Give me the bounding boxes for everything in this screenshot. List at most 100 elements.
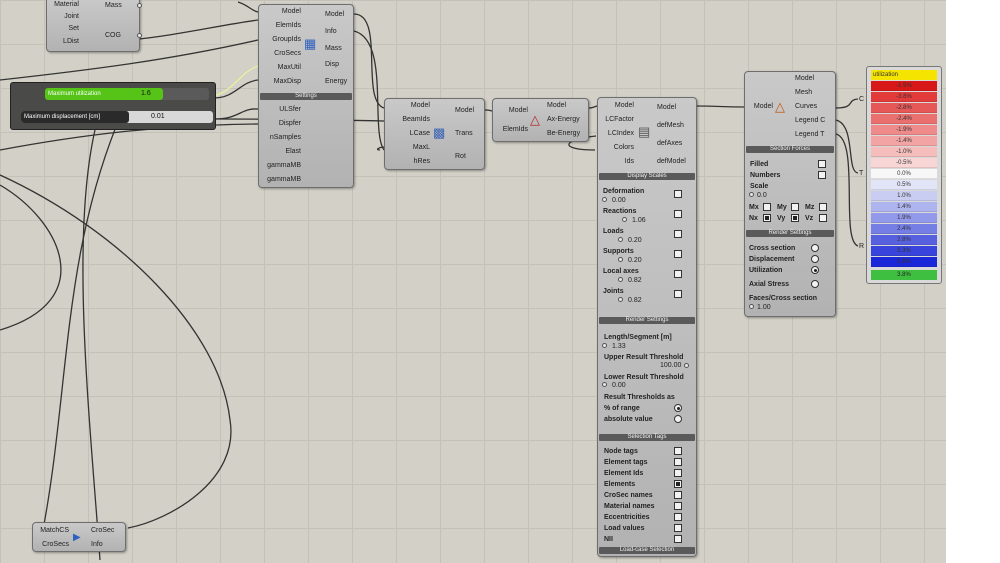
mode-radio[interactable] — [811, 255, 819, 263]
filled-checkbox[interactable] — [818, 160, 826, 168]
scale-row: Reactions 1.06 — [598, 208, 698, 228]
mesh-icon: ▤ — [638, 124, 651, 139]
tag-checkbox[interactable] — [674, 524, 682, 532]
analysis-node[interactable]: Model BeamIds LCase MaxL hRes ▩ Model Tr… — [384, 98, 485, 170]
tag-checkbox[interactable] — [674, 535, 682, 543]
filled-label: Filled — [750, 161, 769, 168]
output-label: Ax-Energy — [547, 116, 580, 123]
scale-toggle[interactable] — [674, 250, 682, 258]
tag-label: Material names — [604, 503, 655, 510]
scale-toggle[interactable] — [674, 290, 682, 298]
mode-label: Cross section — [749, 245, 796, 252]
wire — [484, 109, 493, 112]
crosec-icon: ▶ — [73, 532, 81, 543]
beam-view-node[interactable]: Model △ Model Mesh Curves Legend C Legen… — [744, 71, 836, 317]
output-grip[interactable] — [137, 3, 142, 8]
settings-header[interactable]: Settings — [260, 93, 352, 100]
settings-input-label: Elast — [285, 148, 301, 155]
scale-toggle[interactable] — [674, 270, 682, 278]
scale-knob[interactable] — [622, 217, 627, 222]
max-utilization-slider[interactable]: Maximum utilization 1.6 — [45, 88, 209, 100]
wire — [39, 116, 121, 546]
tag-checkbox[interactable] — [674, 480, 682, 488]
scale-label: Local axes — [603, 268, 639, 275]
force-checkbox[interactable] — [819, 214, 827, 222]
render-settings-header[interactable]: Render Settings — [599, 317, 695, 324]
input-label: GroupIds — [272, 36, 301, 43]
load-case-selection-header[interactable]: Load-case Selection — [599, 547, 695, 554]
output-label: Rot — [455, 153, 466, 160]
selection-tags-header[interactable]: Selection Tags — [599, 434, 695, 441]
tag-checkbox[interactable] — [674, 502, 682, 510]
force-checkbox[interactable] — [819, 203, 827, 211]
scale-knob[interactable] — [749, 192, 754, 197]
section-forces-header[interactable]: Section Forces — [746, 146, 834, 153]
legend-row: 2.4% — [871, 224, 937, 234]
material-node[interactable]: Material Joint Set LDist Mass COG — [46, 0, 142, 52]
length-knob[interactable] — [602, 343, 607, 348]
lower-knob[interactable] — [602, 382, 607, 387]
tag-checkbox[interactable] — [674, 458, 682, 466]
upper-knob[interactable] — [684, 363, 689, 368]
output-grip[interactable] — [137, 33, 142, 38]
energy-node[interactable]: Model ElemIds △ Model Ax-Energy Be-Energ… — [492, 98, 589, 142]
scale-toggle[interactable] — [674, 190, 682, 198]
beam-view-icon: △ — [775, 99, 785, 114]
settings-input-label: ULSfer — [279, 106, 301, 113]
legend-footer: 3.8% — [871, 270, 937, 280]
assemble-node[interactable]: Model ElemIds GroupIds CroSecs MaxUtil M… — [258, 4, 354, 188]
output-label: defMesh — [657, 122, 684, 129]
output-label: Model — [455, 107, 475, 114]
force-checkbox[interactable] — [791, 203, 799, 211]
wire — [835, 133, 859, 247]
input-label: Model — [410, 102, 430, 109]
slider-group: Maximum utilization 1.6 Maximum displace… — [10, 82, 216, 130]
render-settings-header[interactable]: Render Settings — [746, 230, 834, 237]
mode-radio[interactable] — [811, 280, 819, 288]
input-label: ElemIds — [502, 126, 528, 133]
tag-checkbox[interactable] — [674, 513, 682, 521]
scale-knob[interactable] — [618, 237, 623, 242]
settings-input-label: Dispfer — [278, 120, 301, 127]
force-label: Mz — [805, 204, 815, 211]
scale-label: Scale — [750, 183, 769, 190]
legend-row: 0.5% — [871, 180, 937, 190]
force-checkbox[interactable] — [791, 214, 799, 222]
output-label: CroSec — [91, 527, 115, 534]
scale-knob[interactable] — [602, 197, 607, 202]
tag-checkbox[interactable] — [674, 469, 682, 477]
faces-knob[interactable] — [749, 304, 754, 309]
mode-label: Utilization — [749, 267, 783, 274]
mode-radio[interactable] — [811, 266, 819, 274]
scale-toggle[interactable] — [674, 230, 682, 238]
mesh-node[interactable]: Model LCFactor LCIndex Colors Ids ▤ Mode… — [597, 97, 697, 557]
output-label: defModel — [657, 158, 686, 165]
force-checkbox[interactable] — [763, 203, 771, 211]
threshold-option-radio[interactable] — [674, 415, 682, 423]
mode-label: Axial Stress — [749, 281, 790, 288]
scale-toggle[interactable] — [674, 210, 682, 218]
tag-checkbox[interactable] — [674, 447, 682, 455]
grasshopper-canvas[interactable]: Material Joint Set LDist Mass COG Maximu… — [0, 0, 946, 563]
tag-checkbox[interactable] — [674, 491, 682, 499]
tag-label: Load values — [604, 525, 645, 532]
scale-knob[interactable] — [618, 297, 623, 302]
crosec-node[interactable]: MatchCS CroSecs ▶ CroSec Info — [32, 522, 126, 552]
force-checkbox[interactable] — [763, 214, 771, 222]
scale-knob[interactable] — [618, 277, 623, 282]
scale-knob[interactable] — [618, 257, 623, 262]
numbers-checkbox[interactable] — [818, 171, 826, 179]
threshold-option-radio[interactable] — [674, 404, 682, 412]
input-label: Set — [68, 25, 79, 32]
scale-label: Loads — [603, 228, 624, 235]
legend-row: 1.0% — [871, 191, 937, 201]
legend-row: -3.8% — [871, 92, 937, 102]
legend-panel[interactable]: utilization -1.9% -3.8% -2.8% -2.4% -1.9… — [866, 66, 942, 284]
mode-radio[interactable] — [811, 244, 819, 252]
display-scales-header[interactable]: Display Scales — [599, 173, 695, 180]
force-label: My — [777, 204, 787, 211]
output-label: Info — [325, 28, 337, 35]
output-label: Model — [657, 104, 677, 111]
slider-name: Maximum utilization — [48, 91, 101, 97]
max-displacement-slider[interactable]: Maximum displacement [cm] 0.01 — [21, 111, 213, 123]
